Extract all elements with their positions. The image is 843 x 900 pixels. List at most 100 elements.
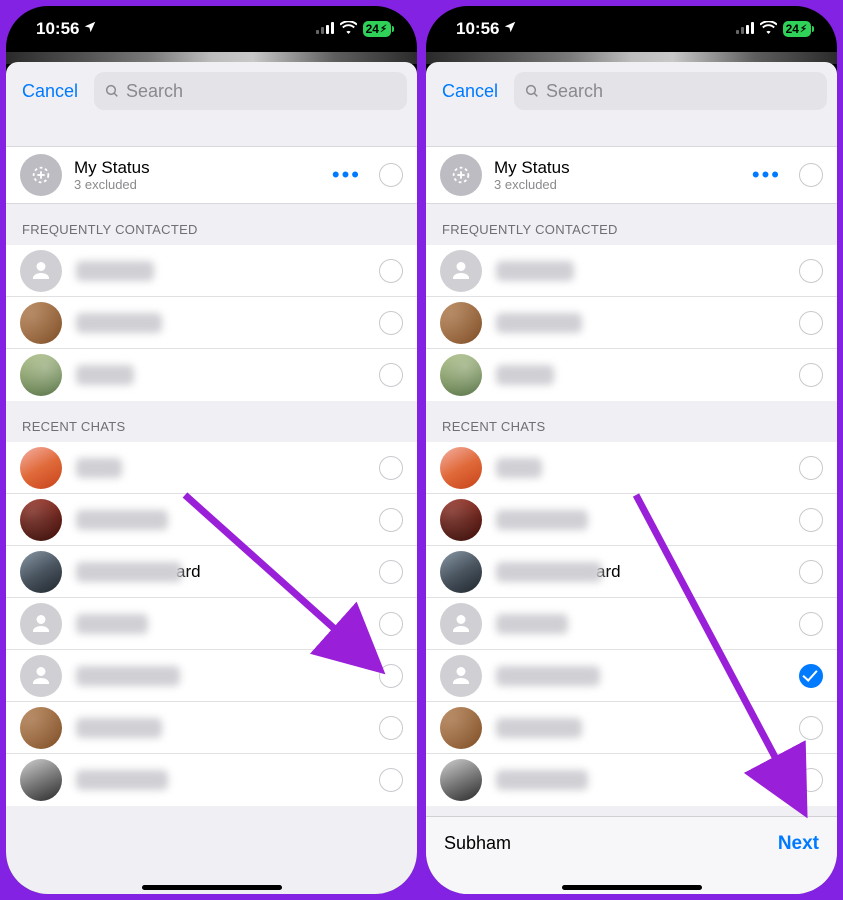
search-input[interactable]	[126, 81, 397, 102]
avatar	[440, 447, 482, 489]
my-status-subtitle: 3 excluded	[74, 177, 324, 192]
avatar	[20, 250, 62, 292]
wifi-icon	[340, 19, 357, 39]
contact-row[interactable]	[6, 650, 417, 702]
section-recent-chats: RECENT CHATS ard	[426, 401, 837, 806]
contact-name	[496, 261, 789, 281]
contact-row[interactable]	[6, 245, 417, 297]
contact-row[interactable]	[426, 650, 837, 702]
search-icon	[104, 83, 120, 99]
my-status-icon	[20, 154, 62, 196]
clock: 10:56	[456, 19, 499, 39]
my-status-check[interactable]	[799, 163, 823, 187]
contact-row[interactable]	[426, 494, 837, 546]
share-sheet: Cancel My Status 3 excluded •••	[426, 62, 837, 896]
avatar	[20, 759, 62, 801]
next-button[interactable]: Next	[778, 833, 819, 855]
contact-row[interactable]	[426, 349, 837, 401]
selection-circle[interactable]	[799, 508, 823, 532]
my-status-title: My Status	[74, 158, 324, 178]
contact-row[interactable]	[426, 297, 837, 349]
selection-circle[interactable]	[379, 259, 403, 283]
contact-row[interactable]	[426, 598, 837, 650]
contact-name	[76, 458, 369, 478]
location-icon	[503, 20, 517, 37]
contact-row[interactable]	[6, 598, 417, 650]
avatar	[20, 655, 62, 697]
avatar	[440, 302, 482, 344]
selection-circle[interactable]	[799, 716, 823, 740]
contact-name	[76, 718, 369, 738]
contact-name	[76, 770, 369, 790]
selection-circle[interactable]	[799, 363, 823, 387]
selection-circle[interactable]	[379, 716, 403, 740]
contact-name	[76, 614, 369, 634]
contact-row[interactable]	[6, 297, 417, 349]
contact-row[interactable]	[426, 245, 837, 297]
contact-row[interactable]: ard	[426, 546, 837, 598]
selection-circle[interactable]	[799, 311, 823, 335]
avatar	[440, 250, 482, 292]
contact-name: ard	[496, 562, 789, 582]
avatar	[440, 499, 482, 541]
contact-row[interactable]	[426, 702, 837, 754]
avatar	[20, 707, 62, 749]
section-frequently-contacted: FREQUENTLY CONTACTED	[426, 204, 837, 401]
my-status-check[interactable]	[379, 163, 403, 187]
home-indicator[interactable]	[142, 885, 282, 890]
contact-row[interactable]	[6, 754, 417, 806]
cellular-icon	[316, 19, 334, 39]
avatar	[440, 354, 482, 396]
cancel-button[interactable]: Cancel	[16, 77, 84, 106]
phone-left: 10:56 24⚡︎ Cancel	[4, 4, 419, 896]
selection-circle[interactable]	[379, 456, 403, 480]
search-field[interactable]	[94, 72, 407, 110]
contact-name	[496, 458, 789, 478]
contact-row[interactable]: ard	[6, 546, 417, 598]
selection-circle[interactable]	[379, 664, 403, 688]
selection-circle[interactable]	[799, 612, 823, 636]
section-header: FREQUENTLY CONTACTED	[6, 204, 417, 245]
clock: 10:56	[36, 19, 79, 39]
section-header: FREQUENTLY CONTACTED	[426, 204, 837, 245]
section-header: RECENT CHATS	[426, 401, 837, 442]
selection-circle[interactable]	[379, 311, 403, 335]
more-button[interactable]: •••	[744, 158, 789, 192]
contact-row[interactable]	[426, 442, 837, 494]
selection-circle[interactable]	[799, 664, 823, 688]
search-input[interactable]	[546, 81, 817, 102]
wifi-icon	[760, 19, 777, 39]
contact-row[interactable]	[6, 442, 417, 494]
cancel-button[interactable]: Cancel	[436, 77, 504, 106]
avatar	[440, 707, 482, 749]
selection-circle[interactable]	[799, 768, 823, 792]
selection-circle[interactable]	[799, 560, 823, 584]
avatar	[20, 551, 62, 593]
contact-name	[76, 365, 369, 385]
contact-name	[496, 510, 789, 530]
contact-row[interactable]	[426, 754, 837, 806]
selection-circle[interactable]	[799, 456, 823, 480]
avatar	[440, 603, 482, 645]
home-indicator[interactable]	[562, 885, 702, 890]
selection-circle[interactable]	[379, 560, 403, 584]
section-recent-chats: RECENT CHATS ard	[6, 401, 417, 806]
contact-row[interactable]	[6, 702, 417, 754]
search-field[interactable]	[514, 72, 827, 110]
search-icon	[524, 83, 540, 99]
selection-circle[interactable]	[379, 612, 403, 636]
section-header: RECENT CHATS	[6, 401, 417, 442]
contact-row[interactable]	[6, 349, 417, 401]
more-button[interactable]: •••	[324, 158, 369, 192]
my-status-row[interactable]: My Status 3 excluded •••	[426, 146, 837, 204]
section-frequently-contacted: FREQUENTLY CONTACTED	[6, 204, 417, 401]
contact-row[interactable]	[6, 494, 417, 546]
selected-name: Subham	[444, 833, 511, 854]
avatar	[20, 302, 62, 344]
contact-name	[496, 313, 789, 333]
selection-circle[interactable]	[379, 508, 403, 532]
selection-circle[interactable]	[379, 768, 403, 792]
selection-circle[interactable]	[379, 363, 403, 387]
my-status-row[interactable]: My Status 3 excluded •••	[6, 146, 417, 204]
selection-circle[interactable]	[799, 259, 823, 283]
